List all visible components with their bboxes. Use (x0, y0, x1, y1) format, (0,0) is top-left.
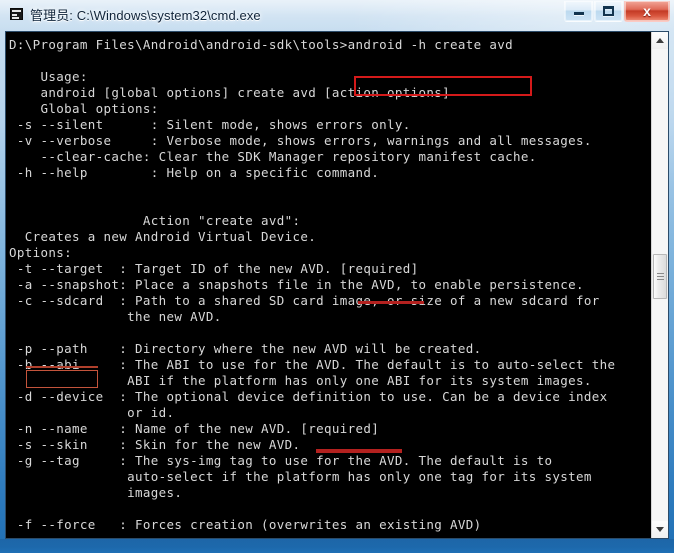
close-button[interactable]: x (624, 1, 670, 22)
console-line: -s --skin : Skin for the new AVD. (9, 437, 301, 452)
console-line: -d --device : The optional device defini… (9, 389, 608, 404)
console-line: -p --path : Directory where the new AVD … (9, 341, 482, 356)
minimize-button[interactable] (564, 1, 593, 22)
console-line: ABI if the platform has only one ABI for… (9, 373, 592, 388)
console-line: -h --help : Help on a specific command. (9, 165, 380, 180)
console-line: -c --sdcard : Path to a shared SD card i… (9, 293, 600, 308)
console-lines: D:\Program Files\Android\android-sdk\too… (9, 37, 649, 538)
caption-buttons: x (563, 1, 670, 23)
maximize-button[interactable] (594, 1, 623, 22)
console-line: -v --verbose : Verbose mode, shows error… (9, 133, 592, 148)
console-line: -n --name : Name of the new AVD. [requir… (9, 421, 380, 436)
console-line: or id. (9, 405, 175, 420)
title-bar[interactable]: 管理员: C:\Windows\system32\cmd.exe x (0, 0, 674, 30)
console-line: android [global options] create avd [act… (9, 85, 451, 100)
console-line: Global options: (9, 101, 159, 116)
window-bottom-frame (0, 539, 674, 553)
console-line: images. (9, 485, 183, 500)
console-line: Options: (9, 245, 73, 260)
console-line: -a --snapshot: Place a snapshots file in… (9, 277, 584, 292)
close-icon: x (643, 2, 651, 19)
minimize-icon (565, 1, 592, 21)
console-client-area[interactable]: D:\Program Files\Android\android-sdk\too… (5, 31, 669, 539)
console-line: --clear-cache: Clear the SDK Manager rep… (9, 149, 537, 164)
console-line: Action "create avd": (9, 213, 301, 228)
console-line: -f --force : Forces creation (overwrites… (9, 517, 482, 532)
console-line: -s --silent : Silent mode, shows errors … (9, 117, 411, 132)
console-output[interactable]: D:\Program Files\Android\android-sdk\too… (6, 32, 652, 538)
console-line: the new AVD. (9, 309, 222, 324)
cmd-window: 管理员: C:\Windows\system32\cmd.exe x D:\Pr… (0, 0, 674, 553)
chevron-down-icon (656, 527, 664, 532)
scrollbar-thumb[interactable] (653, 254, 667, 299)
chevron-up-icon (656, 38, 664, 43)
console-line: Usage: (9, 69, 88, 84)
scrollbar-grip-icon (657, 273, 664, 282)
scrollbar-track-lower[interactable] (652, 299, 668, 521)
scroll-up-button[interactable] (652, 32, 668, 49)
console-line: Creates a new Android Virtual Device. (9, 229, 317, 244)
scroll-down-button[interactable] (652, 521, 668, 538)
vertical-scrollbar[interactable] (651, 32, 668, 538)
console-line: -g --tag : The sys-img tag to use for th… (9, 453, 553, 468)
console-line: D:\Program Files\Android\android-sdk\too… (9, 37, 514, 52)
console-line: auto-select if the platform has only one… (9, 469, 592, 484)
console-line: -t --target : Target ID of the new AVD. … (9, 261, 419, 276)
console-line: -b --abi : The ABI to use for the AVD. T… (9, 357, 616, 372)
window-title: 管理员: C:\Windows\system32\cmd.exe (30, 8, 261, 23)
cmd-icon (10, 8, 23, 20)
maximize-icon (595, 1, 622, 21)
scrollbar-track-upper[interactable] (652, 49, 668, 254)
